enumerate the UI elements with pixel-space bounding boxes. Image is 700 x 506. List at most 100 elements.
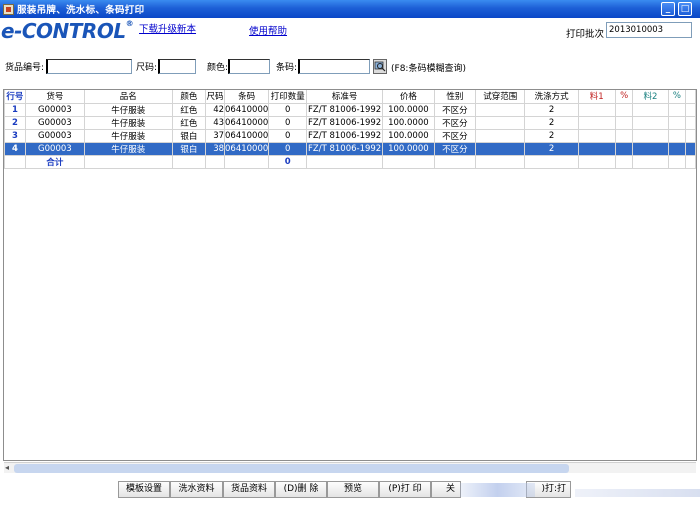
cell[interactable] — [475, 115, 526, 130]
col-header[interactable]: 性别 — [433, 90, 477, 104]
cell[interactable] — [475, 141, 526, 156]
cell[interactable]: 不区分 — [433, 141, 477, 156]
barcode-search-button[interactable] — [373, 59, 387, 74]
print-button[interactable]: (P)打 印 — [379, 481, 431, 498]
cell[interactable] — [577, 128, 616, 143]
table-row[interactable]: 2 G00003 牛仔服装 红色 43 06410000 0 FZ/T 8100… — [4, 115, 696, 130]
cell[interactable] — [614, 115, 634, 130]
cell[interactable]: 2 — [524, 128, 579, 143]
cell[interactable]: 38 — [205, 141, 226, 156]
scrollbar-thumb[interactable] — [14, 464, 569, 473]
download-upgrade-link[interactable]: 下载升级新本 — [139, 21, 196, 35]
delete-button[interactable]: (D)删 除 — [275, 481, 327, 498]
col-header[interactable]: 价格 — [382, 90, 435, 104]
cell[interactable] — [667, 115, 687, 130]
cell[interactable] — [632, 115, 669, 130]
col-header[interactable]: 货号 — [24, 90, 85, 104]
cell[interactable]: 1 — [4, 102, 26, 117]
cell[interactable]: G00003 — [24, 115, 85, 130]
cell[interactable]: G00003 — [24, 102, 85, 117]
cell[interactable]: 红色 — [171, 102, 207, 117]
cell[interactable]: FZ/T 81006-1992 — [306, 115, 384, 130]
cell[interactable]: 2 — [524, 115, 579, 130]
cell[interactable] — [475, 128, 526, 143]
cell[interactable]: 2 — [524, 102, 579, 117]
cell[interactable]: 不区分 — [433, 115, 477, 130]
cell[interactable] — [577, 102, 616, 117]
table-row-selected[interactable]: 4 G00003 牛仔服装 银白 38 06410000 0 FZ/T 8100… — [4, 141, 696, 156]
cell[interactable]: 0 — [268, 102, 308, 117]
size-input[interactable] — [158, 59, 196, 74]
cell[interactable]: 06410000 — [224, 141, 270, 156]
col-header[interactable]: 打印数量 — [268, 90, 308, 104]
cell[interactable]: 牛仔服装 — [83, 128, 173, 143]
cell[interactable]: 3 — [4, 128, 26, 143]
item-no-input[interactable] — [46, 59, 132, 74]
cell[interactable]: 100.0000 — [382, 128, 435, 143]
wash-data-button[interactable]: 洗水资料 — [170, 481, 223, 498]
cell[interactable]: 100.0000 — [382, 102, 435, 117]
cell[interactable]: 0 — [268, 141, 308, 156]
cell[interactable] — [667, 128, 687, 143]
horizontal-scrollbar[interactable]: ◂ — [4, 462, 696, 473]
col-header[interactable]: % — [667, 90, 687, 104]
scroll-left-icon[interactable]: ◂ — [5, 463, 9, 472]
cell[interactable]: 4 — [4, 141, 26, 156]
template-settings-button[interactable]: 模板设置 — [118, 481, 170, 498]
cell[interactable]: 06410000 — [224, 128, 270, 143]
col-header[interactable]: 料1 — [577, 90, 616, 104]
col-header[interactable]: 尺码 — [205, 90, 226, 104]
cell[interactable]: 0 — [268, 115, 308, 130]
cell[interactable] — [577, 115, 616, 130]
cell[interactable]: FZ/T 81006-1992 — [306, 141, 384, 156]
cell[interactable]: G00003 — [24, 128, 85, 143]
col-header[interactable]: % — [614, 90, 634, 104]
cell[interactable]: 0 — [268, 128, 308, 143]
cell[interactable]: 06410000 — [224, 102, 270, 117]
print-grid[interactable]: 行号 货号 品名 颜色 尺码 条码 打印数量 标准号 价格 性别 试穿范围 洗涤… — [3, 89, 697, 461]
col-header[interactable]: 颜色 — [171, 90, 207, 104]
col-header[interactable]: 料2 — [632, 90, 669, 104]
col-header[interactable]: 条码 — [224, 90, 270, 104]
table-row[interactable]: 1 G00003 牛仔服装 红色 42 06410000 0 FZ/T 8100… — [4, 102, 696, 117]
cell[interactable]: 100.0000 — [382, 141, 435, 156]
cell[interactable]: 银白 — [171, 128, 207, 143]
color-input[interactable] — [228, 59, 270, 74]
table-row[interactable]: 3 G00003 牛仔服装 银白 37 06410000 0 FZ/T 8100… — [4, 128, 696, 143]
cell[interactable] — [667, 141, 687, 156]
cell[interactable]: 牛仔服装 — [83, 115, 173, 130]
cell[interactable] — [614, 141, 634, 156]
cell[interactable]: 06410000 — [224, 115, 270, 130]
cell[interactable] — [632, 141, 669, 156]
goods-data-button[interactable]: 货品资料 — [223, 481, 275, 498]
col-header[interactable]: 品名 — [83, 90, 173, 104]
help-link[interactable]: 使用帮助 — [249, 23, 287, 37]
cell[interactable]: FZ/T 81006-1992 — [306, 102, 384, 117]
cell[interactable] — [667, 102, 687, 117]
cell[interactable] — [632, 102, 669, 117]
cell[interactable]: G00003 — [24, 141, 85, 156]
cell[interactable]: 牛仔服装 — [83, 141, 173, 156]
col-header[interactable]: 行号 — [4, 90, 26, 104]
barcode-input[interactable] — [298, 59, 370, 74]
cell[interactable]: 100.0000 — [382, 115, 435, 130]
col-header[interactable]: 试穿范围 — [475, 90, 526, 104]
maximize-button[interactable]: □ — [678, 2, 692, 16]
cell[interactable] — [475, 102, 526, 117]
cell[interactable] — [614, 128, 634, 143]
col-header[interactable]: 洗涤方式 — [524, 90, 579, 104]
cell[interactable]: 37 — [205, 128, 226, 143]
preview-button[interactable]: 预览 — [327, 481, 379, 498]
cell[interactable] — [614, 102, 634, 117]
cell[interactable]: 42 — [205, 102, 226, 117]
cell[interactable] — [632, 128, 669, 143]
cell[interactable]: 牛仔服装 — [83, 102, 173, 117]
cell[interactable]: FZ/T 81006-1992 — [306, 128, 384, 143]
cell[interactable]: 2 — [4, 115, 26, 130]
print-batch-input[interactable] — [606, 22, 692, 38]
cell[interactable]: 红色 — [171, 115, 207, 130]
col-header[interactable]: 标准号 — [306, 90, 384, 104]
cell[interactable]: 不区分 — [433, 128, 477, 143]
close-button[interactable]: 关 — [431, 481, 461, 498]
cell[interactable]: 银白 — [171, 141, 207, 156]
